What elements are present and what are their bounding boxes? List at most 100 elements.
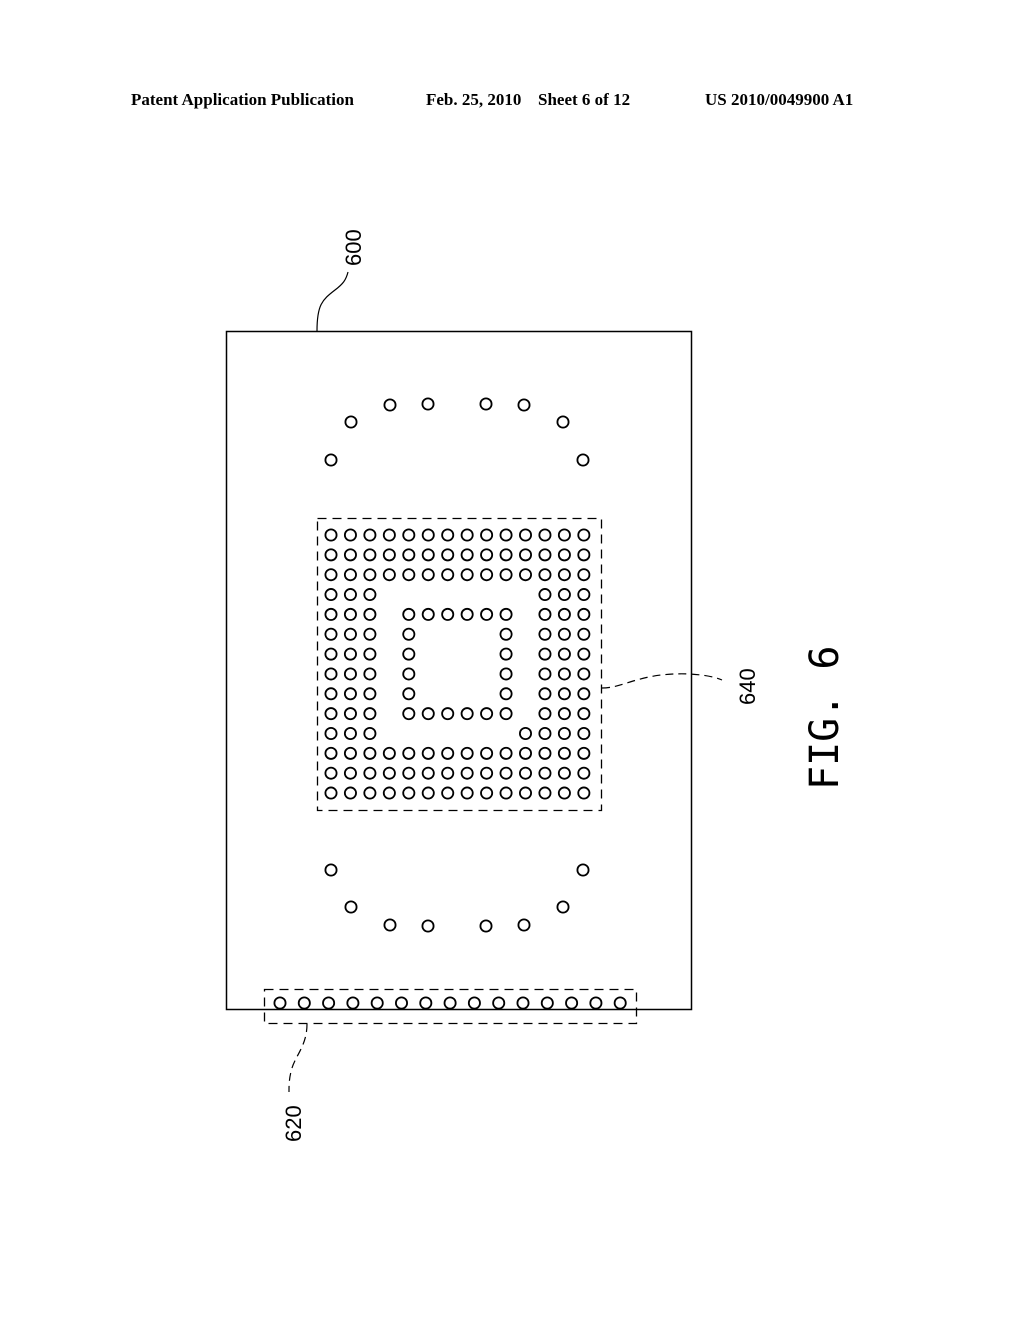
array-pin [402,766,416,780]
array-pin [441,707,455,721]
array-pin [343,667,357,681]
array-pin [577,568,591,582]
connector-pin [467,996,481,1010]
array-pin [441,786,455,800]
connector-pin [419,996,433,1010]
array-pin [402,548,416,562]
array-pin [557,766,571,780]
array-pin [499,528,513,542]
array-pin [557,528,571,542]
array-pin [402,746,416,760]
array-pin [343,766,357,780]
mounting-hole [324,863,338,877]
array-pin [557,647,571,661]
array-pin [460,607,474,621]
array-pin [421,548,435,562]
array-pin [538,746,552,760]
figure-caption: FIG. 6 [802,646,848,791]
mounting-hole [556,900,570,914]
array-pin [480,766,494,780]
array-pin [343,727,357,741]
array-pin [421,786,435,800]
array-pin [480,528,494,542]
connector-pin [613,996,627,1010]
array-pin [538,548,552,562]
array-pin [499,647,513,661]
array-pin [499,746,513,760]
array-pin [324,548,338,562]
array-pin [402,786,416,800]
array-pin [421,766,435,780]
array-pin [538,766,552,780]
array-pin [557,707,571,721]
array-pin [499,687,513,701]
array-pin [324,627,338,641]
array-pin [324,727,338,741]
array-pin [324,746,338,760]
array-pin [421,607,435,621]
array-pin [402,707,416,721]
array-pin [480,548,494,562]
array-pin [519,568,533,582]
array-pin [538,588,552,602]
array-pin [577,647,591,661]
array-pin [343,528,357,542]
array-pin [557,548,571,562]
array-pin [519,766,533,780]
mounting-hole [517,398,531,412]
array-pin [577,707,591,721]
array-pin [538,627,552,641]
connector-pin [540,996,554,1010]
array-pin [557,607,571,621]
connector-pin [370,996,384,1010]
array-pin [402,647,416,661]
array-pin [577,548,591,562]
mounting-hole [324,453,338,467]
array-pin [343,647,357,661]
array-pin [499,568,513,582]
leader-640 [601,673,723,689]
pin-array [324,528,591,800]
array-pin [324,786,338,800]
array-pin [538,528,552,542]
array-pin [343,707,357,721]
array-pin [577,607,591,621]
array-pin [557,727,571,741]
array-pin [421,707,435,721]
array-pin [363,528,377,542]
array-pin [363,548,377,562]
array-pin [499,627,513,641]
connector-pin [443,996,457,1010]
array-pin [557,746,571,760]
array-pin [460,786,474,800]
label-620: 620 [281,1105,306,1142]
array-pin [499,607,513,621]
array-pin [460,548,474,562]
array-pin [343,627,357,641]
array-pin [460,707,474,721]
array-pin [421,528,435,542]
array-pin [577,687,591,701]
connector-pin [492,996,506,1010]
array-pin [460,766,474,780]
array-pin [324,667,338,681]
array-pin [577,627,591,641]
array-pin [363,588,377,602]
array-pin [538,607,552,621]
array-pin [324,588,338,602]
array-pin [363,568,377,582]
array-pin [343,746,357,760]
label-640: 640 [735,668,760,705]
array-pin [363,766,377,780]
array-pin [402,607,416,621]
connector-pin [565,996,579,1010]
array-pin [402,667,416,681]
array-pin [519,727,533,741]
array-pin [499,707,513,721]
array-pin [421,746,435,760]
array-pin [363,627,377,641]
array-pin [441,607,455,621]
mounting-hole [576,453,590,467]
mounting-hole [421,397,435,411]
array-pin [324,528,338,542]
